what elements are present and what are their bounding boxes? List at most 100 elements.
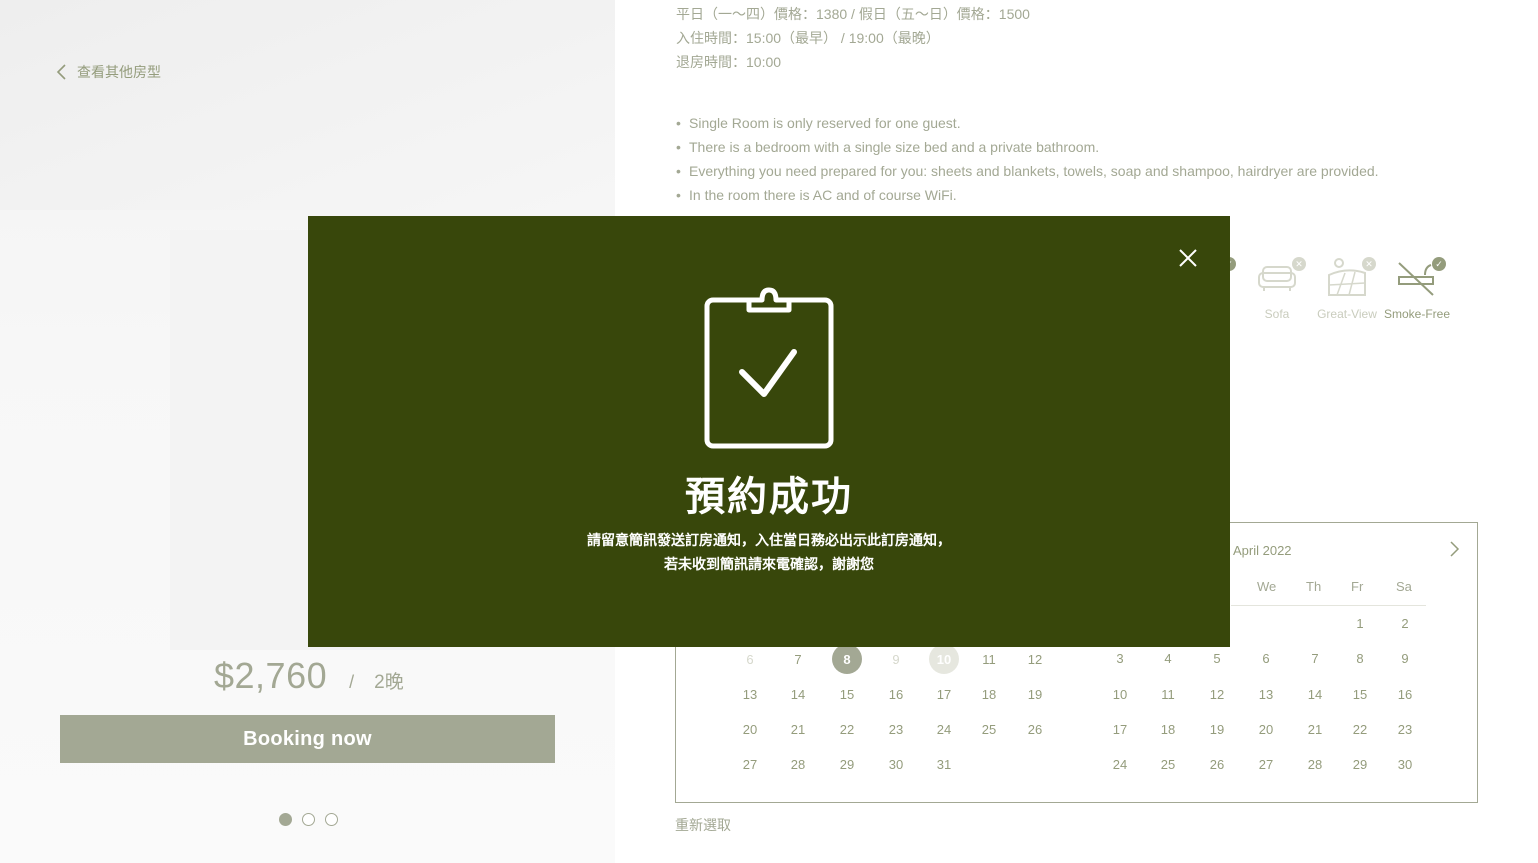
calendar-day[interactable]: 20 bbox=[1251, 714, 1281, 744]
calendar-day[interactable]: 24 bbox=[929, 714, 959, 744]
carousel-dot-1[interactable] bbox=[279, 813, 292, 826]
amenity-label: Smoke-Free bbox=[1383, 307, 1451, 321]
calendar-day[interactable]: 8 bbox=[1345, 643, 1375, 673]
calendar-day[interactable]: 4 bbox=[1153, 643, 1183, 673]
calendar-day[interactable]: 2 bbox=[1390, 608, 1420, 638]
calendar-day[interactable]: 27 bbox=[735, 749, 765, 779]
calendar-day[interactable]: 18 bbox=[974, 679, 1004, 709]
close-icon[interactable] bbox=[1176, 246, 1200, 270]
calendar-day[interactable]: 17 bbox=[1105, 714, 1135, 744]
check-badge-icon: ✓ bbox=[1432, 257, 1446, 271]
calendar-day[interactable]: 22 bbox=[1345, 714, 1375, 744]
x-badge-icon: ✕ bbox=[1292, 257, 1306, 271]
calendar-day[interactable]: 17 bbox=[929, 679, 959, 709]
calendar-day[interactable]: 7 bbox=[1300, 643, 1330, 673]
carousel-dots bbox=[279, 813, 338, 826]
modal-message: 請留意簡訊發送訂房通知，入住當日務必出示此訂房通知， 若未收到簡訊請來電確認，謝… bbox=[308, 528, 1230, 576]
price-separator: / bbox=[349, 672, 355, 692]
price-info-line: 平日（一～四）價格：1380 / 假日（五〜日）價格：1500 bbox=[676, 6, 1030, 22]
calendar-day[interactable]: 6 bbox=[735, 644, 765, 674]
calendar-day[interactable]: 14 bbox=[783, 679, 813, 709]
calendar-day[interactable]: 8 bbox=[832, 644, 862, 674]
calendar-day[interactable]: 25 bbox=[974, 714, 1004, 744]
weekday-header: Fr bbox=[1351, 579, 1364, 594]
list-item: • Everything you need prepared for you: s… bbox=[676, 163, 1379, 179]
calendar-day[interactable]: 7 bbox=[783, 644, 813, 674]
calendar-day[interactable]: 16 bbox=[1390, 679, 1420, 709]
right-month-title: April 2022 bbox=[1233, 543, 1292, 558]
list-item: • There is a bedroom with a single size b… bbox=[676, 139, 1100, 155]
calendar-day[interactable]: 10 bbox=[1105, 679, 1135, 709]
modal-message-line-1: 請留意簡訊發送訂房通知，入住當日務必出示此訂房通知， bbox=[587, 532, 951, 548]
calendar-day[interactable]: 16 bbox=[881, 679, 911, 709]
calendar-day[interactable]: 11 bbox=[1153, 679, 1183, 709]
weekday-divider bbox=[1231, 605, 1426, 606]
calendar-day[interactable]: 23 bbox=[1390, 714, 1420, 744]
calendar-day[interactable]: 30 bbox=[881, 749, 911, 779]
calendar-day[interactable]: 24 bbox=[1105, 749, 1135, 779]
calendar-day[interactable]: 3 bbox=[1105, 643, 1135, 673]
calendar-day[interactable]: 27 bbox=[1251, 749, 1281, 779]
calendar-day[interactable]: 14 bbox=[1300, 679, 1330, 709]
reset-dates-link[interactable]: 重新選取 bbox=[675, 815, 731, 835]
calendar-day[interactable]: 20 bbox=[735, 714, 765, 744]
amenity-great-view: ✕ Great-View bbox=[1312, 255, 1382, 322]
calendar-day[interactable]: 9 bbox=[881, 644, 911, 674]
calendar-day[interactable]: 18 bbox=[1153, 714, 1183, 744]
photo-backdrop bbox=[0, 0, 615, 210]
calendar-day[interactable]: 6 bbox=[1251, 643, 1281, 673]
modal-title: 預約成功 bbox=[685, 475, 853, 519]
nights-count: 2晚 bbox=[374, 672, 404, 693]
calendar-day[interactable]: 19 bbox=[1020, 679, 1050, 709]
amenity-label: Sofa bbox=[1264, 307, 1290, 321]
calendar-day[interactable]: 30 bbox=[1390, 749, 1420, 779]
price-summary: $2,760 / 2晚 bbox=[214, 655, 404, 697]
back-to-rooms-link[interactable]: 查看其他房型 bbox=[55, 62, 161, 82]
calendar-day[interactable]: 29 bbox=[832, 749, 862, 779]
list-item: • Single Room is only reserved for one gu… bbox=[676, 115, 961, 131]
calendar-day[interactable]: 13 bbox=[735, 679, 765, 709]
carousel-dot-2[interactable] bbox=[302, 813, 315, 826]
calendar-day[interactable]: 21 bbox=[783, 714, 813, 744]
calendar-day[interactable]: 28 bbox=[783, 749, 813, 779]
calendar-day[interactable]: 25 bbox=[1153, 749, 1183, 779]
checkin-info-line: 入住時間：15:00（最早） / 19:00（最晚） bbox=[676, 30, 940, 46]
total-price: $2,760 bbox=[214, 655, 328, 696]
calendar-day[interactable]: 10 bbox=[929, 644, 959, 674]
carousel-dot-3[interactable] bbox=[325, 813, 338, 826]
clipboard-check-icon bbox=[704, 287, 834, 449]
calendar-day[interactable]: 1 bbox=[1345, 608, 1375, 638]
calendar-day[interactable]: 12 bbox=[1202, 679, 1232, 709]
amenity-smoke-free: ✓ Smoke-Free bbox=[1382, 255, 1452, 322]
calendar-day[interactable]: 21 bbox=[1300, 714, 1330, 744]
calendar-day[interactable]: 26 bbox=[1020, 714, 1050, 744]
calendar-day[interactable]: 29 bbox=[1345, 749, 1375, 779]
calendar-day[interactable]: 11 bbox=[974, 644, 1004, 674]
calendar-day[interactable]: 31 bbox=[929, 749, 959, 779]
calendar-day[interactable]: 28 bbox=[1300, 749, 1330, 779]
calendar-day[interactable]: 26 bbox=[1202, 749, 1232, 779]
calendar-day[interactable]: 5 bbox=[1202, 643, 1232, 673]
calendar-day[interactable]: 22 bbox=[832, 714, 862, 744]
calendar-day[interactable]: 23 bbox=[881, 714, 911, 744]
booking-now-button[interactable]: Booking now bbox=[60, 715, 555, 763]
calendar-day[interactable]: 13 bbox=[1251, 679, 1281, 709]
checkout-info-line: 退房時間：10:00 bbox=[676, 54, 782, 70]
calendar-day[interactable]: 9 bbox=[1390, 643, 1420, 673]
amenity-label: Great-View bbox=[1317, 307, 1377, 321]
calendar-day[interactable]: 19 bbox=[1202, 714, 1232, 744]
weekday-header: Sa bbox=[1396, 579, 1412, 594]
calendar-day[interactable]: 15 bbox=[1345, 679, 1375, 709]
calendar-day[interactable]: 15 bbox=[832, 679, 862, 709]
chevron-left-icon bbox=[56, 64, 66, 80]
booking-success-modal: 預約成功 請留意簡訊發送訂房通知，入住當日務必出示此訂房通知， 若未收到簡訊請來… bbox=[308, 216, 1230, 647]
calendar-day[interactable]: 12 bbox=[1020, 644, 1050, 674]
back-link-label: 查看其他房型 bbox=[77, 64, 161, 80]
modal-message-line-2: 若未收到簡訊請來電確認，謝謝您 bbox=[664, 556, 874, 572]
x-badge-icon: ✕ bbox=[1362, 257, 1376, 271]
chevron-right-icon[interactable] bbox=[1447, 539, 1461, 559]
amenity-sofa: ✕ Sofa bbox=[1242, 255, 1312, 322]
room-info: 平日（一～四）價格：1380 / 假日（五〜日）價格：1500 入住時間：15:… bbox=[676, 2, 1030, 74]
weekday-header: We bbox=[1257, 579, 1277, 594]
room-description-list: • Single Room is only reserved for one gu… bbox=[676, 111, 1379, 207]
